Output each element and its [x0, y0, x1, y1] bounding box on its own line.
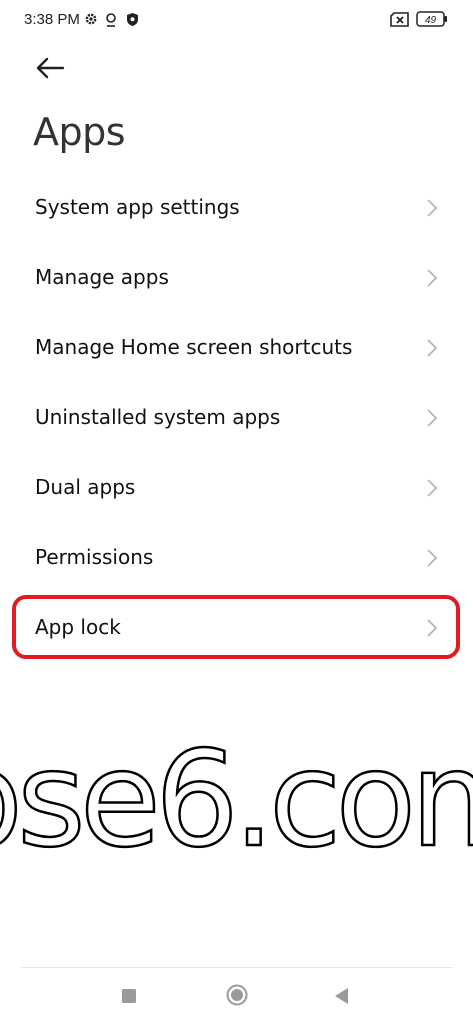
chevron-right-icon — [427, 619, 438, 637]
chevron-right-icon — [427, 549, 438, 567]
list-item-dual-apps[interactable]: Dual apps — [0, 453, 473, 523]
list-item-label: Uninstalled system apps — [35, 405, 281, 429]
chevron-right-icon — [427, 479, 438, 497]
status-bar: 3:38 PM 49 — [0, 0, 473, 40]
list-item-app-lock[interactable]: App lock — [0, 593, 473, 663]
page-title: Apps — [33, 110, 126, 154]
list-item-label: System app settings — [35, 195, 240, 219]
recents-square-icon — [122, 989, 136, 1003]
system-back-button[interactable] — [334, 987, 350, 1010]
recents-button[interactable] — [121, 988, 137, 1009]
watermark-text: bse6.com — [0, 723, 473, 875]
sim-x-icon — [390, 12, 410, 32]
list-item-label: Manage Home screen shortcuts — [35, 335, 353, 359]
shield-icon — [126, 12, 139, 32]
list-item-uninstalled-system-apps[interactable]: Uninstalled system apps — [0, 383, 473, 453]
battery-level: 49 — [425, 15, 437, 26]
list-item-manage-home-screen-shortcuts[interactable]: Manage Home screen shortcuts — [0, 313, 473, 383]
list-item-label: Dual apps — [35, 475, 136, 499]
list-item-label: Manage apps — [35, 265, 169, 289]
navigation-bar — [0, 968, 473, 1024]
list-item-label: Permissions — [35, 545, 154, 569]
list-item-manage-apps[interactable]: Manage apps — [0, 243, 473, 313]
chevron-right-icon — [427, 409, 438, 427]
home-button[interactable] — [226, 984, 248, 1011]
location-pin-icon — [104, 12, 118, 32]
watermark: bse6.com — [0, 722, 473, 875]
chevron-right-icon — [427, 199, 438, 217]
back-button[interactable] — [30, 52, 70, 84]
chevron-right-icon — [427, 339, 438, 357]
chevron-right-icon — [427, 269, 438, 287]
list-item-label: App lock — [35, 615, 121, 639]
settings-list: System app settings Manage apps Manage H… — [0, 173, 473, 663]
battery-icon: 49 — [416, 11, 448, 32]
settings-gear-icon — [84, 12, 98, 31]
list-item-permissions[interactable]: Permissions — [0, 523, 473, 593]
arrow-left-icon — [36, 57, 65, 79]
back-triangle-icon — [335, 988, 348, 1004]
home-circle-icon — [226, 984, 248, 1006]
status-time: 3:38 PM — [24, 11, 80, 28]
list-item-system-app-settings[interactable]: System app settings — [0, 173, 473, 243]
